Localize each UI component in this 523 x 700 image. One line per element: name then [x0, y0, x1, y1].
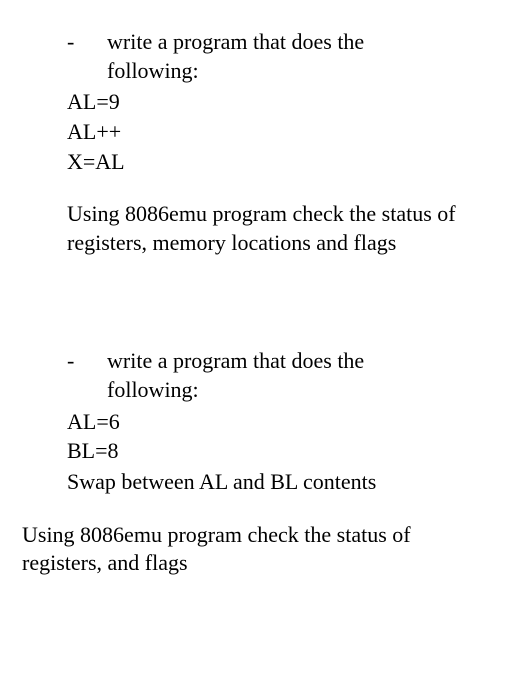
prompt-line-1: write a program that does the	[107, 348, 364, 373]
prompt-line-2: following:	[107, 58, 199, 83]
code-line: AL=6	[67, 407, 501, 437]
exercise-2-prompt-text: write a program that does the following:	[107, 347, 501, 404]
prompt-line-1: write a program that does the	[107, 29, 364, 54]
exercise-1-code: AL=9 AL++ X=AL	[67, 87, 501, 176]
exercise-1-prompt-text: write a program that does the following:	[107, 28, 501, 85]
exercise-1-instruction: Using 8086emu program check the status o…	[67, 200, 501, 257]
bullet-icon: -	[67, 28, 107, 85]
exercise-1-prompt: - write a program that does the followin…	[67, 28, 501, 85]
prompt-line-2: following:	[107, 377, 199, 402]
exercise-1: - write a program that does the followin…	[22, 28, 501, 257]
exercise-2: - write a program that does the followin…	[22, 347, 501, 577]
code-line: AL=9	[67, 87, 501, 117]
exercise-2-prompt: - write a program that does the followin…	[67, 347, 501, 404]
exercise-2-swap: Swap between AL and BL contents	[67, 468, 501, 497]
exercise-2-code: AL=6 BL=8	[67, 407, 501, 466]
bullet-icon: -	[67, 347, 107, 404]
exercise-2-instruction: Using 8086emu program check the status o…	[22, 521, 501, 578]
code-line: BL=8	[67, 436, 501, 466]
code-line: X=AL	[67, 147, 501, 177]
code-line: AL++	[67, 117, 501, 147]
